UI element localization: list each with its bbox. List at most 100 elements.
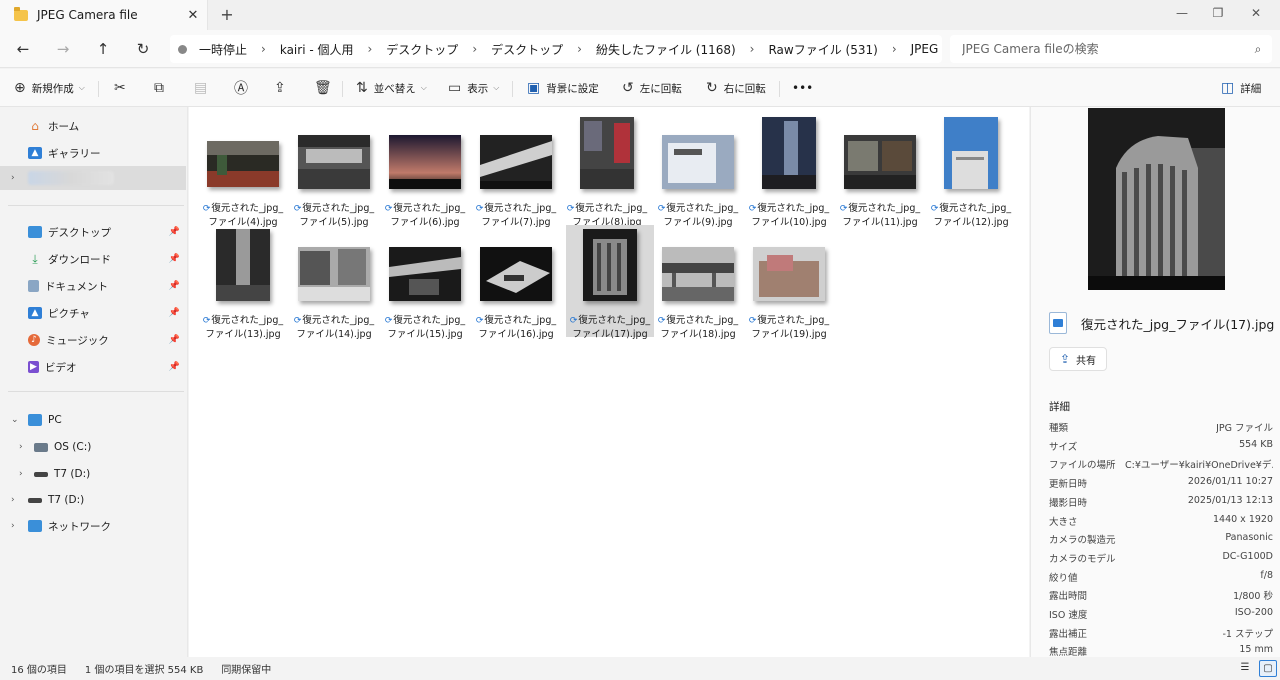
pin-icon[interactable]: 📌 <box>169 254 180 264</box>
sidebar-item-network[interactable]: › ネットワーク <box>0 514 186 538</box>
sidebar-item-pc[interactable]: ⌄ PC <box>0 408 186 432</box>
chevron-right-icon[interactable]: › <box>251 42 276 56</box>
file-item[interactable]: ⟳復元された_jpg_ ファイル(9).jpg <box>654 115 742 228</box>
property-name: サイズ <box>1049 441 1078 453</box>
sidebar-item-downloads[interactable]: ⤓ ダウンロード 📌 <box>0 247 186 271</box>
rotate-left-button[interactable]: ↺ 左に回転 <box>622 77 682 99</box>
sidebar-label: T7 (D:) <box>54 468 91 480</box>
breadcrumb[interactable]: 一時停止 › kairi - 個人用 › デスクトップ › デスクトップ › 紛… <box>170 35 942 63</box>
rotate-right-button[interactable]: ↻ 右に回転 <box>706 77 766 99</box>
tile-view-button[interactable]: ▢ <box>1259 660 1277 677</box>
breadcrumb-item[interactable]: Rawファイル (531) <box>764 41 881 58</box>
breadcrumb-item[interactable]: 紛失したファイル (1168) <box>592 41 740 58</box>
file-item[interactable]: ⟳復元された_jpg_ ファイル(6).jpg <box>381 115 469 228</box>
set-background-button[interactable]: ▣ 背景に設定 <box>527 77 599 99</box>
chevron-right-icon[interactable]: › <box>19 469 23 479</box>
file-item[interactable]: ⟳復元された_jpg_ ファイル(19).jpg <box>745 227 833 340</box>
pin-icon[interactable]: 📌 <box>169 281 180 291</box>
chevron-right-icon[interactable]: › <box>740 42 765 56</box>
sidebar-item-t7-d-root[interactable]: › T7 (D:) <box>0 488 186 512</box>
copy-button[interactable]: ⧉ <box>154 77 170 99</box>
restore-button[interactable]: ❐ <box>1200 0 1236 28</box>
cut-button[interactable]: ✂ <box>114 77 132 99</box>
sidebar-item-gallery[interactable]: ▲ ギャラリー <box>0 141 186 165</box>
rename-button[interactable]: Ⓐ <box>234 77 254 99</box>
sidebar-item-pictures[interactable]: ▲ ピクチャ 📌 <box>0 301 186 325</box>
paste-button[interactable]: ▤ <box>194 77 213 99</box>
pin-icon[interactable]: 📌 <box>169 362 180 372</box>
chevron-right-icon[interactable]: › <box>11 521 15 531</box>
sidebar-item-t7-d[interactable]: › T7 (D:) <box>0 462 186 486</box>
sidebar-item-documents[interactable]: ドキュメント 📌 <box>0 274 186 298</box>
tab-jpeg-camera-file[interactable]: JPEG Camera file ✕ <box>0 0 208 30</box>
details-property-row: カメラのモデル DC-G100D <box>1049 551 1273 569</box>
pin-icon[interactable]: 📌 <box>169 335 180 345</box>
chevron-down-icon[interactable]: ⌄ <box>11 415 19 425</box>
sidebar-item-desktop[interactable]: デスクトップ 📌 <box>0 220 186 244</box>
sidebar-item-home[interactable]: ⌂ ホーム <box>0 114 186 138</box>
pin-icon[interactable]: 📌 <box>169 308 180 318</box>
trash-icon: 🗑 <box>314 80 332 96</box>
close-tab-button[interactable]: ✕ <box>179 8 207 23</box>
chevron-right-icon[interactable]: › <box>462 42 487 56</box>
chevron-right-icon[interactable]: › <box>357 42 382 56</box>
search-box[interactable]: ⌕ <box>950 35 1272 63</box>
list-view-button[interactable]: ☰ <box>1236 660 1254 677</box>
more-options-button[interactable]: ••• <box>792 77 813 99</box>
new-button[interactable]: ⊕ 新規作成 ⌵ <box>14 77 85 99</box>
forward-button[interactable]: → <box>52 38 74 60</box>
share-file-button[interactable]: ⇪ 共有 <box>1049 347 1107 371</box>
up-button[interactable]: ↑ <box>92 38 114 60</box>
file-item[interactable]: ⟳復元された_jpg_ ファイル(14).jpg <box>290 227 378 340</box>
view-button[interactable]: ▭ 表示 ⌵ <box>448 77 499 99</box>
chevron-right-icon[interactable]: › <box>567 42 592 56</box>
search-input[interactable] <box>962 42 1244 56</box>
chevron-right-icon[interactable]: › <box>19 442 23 452</box>
chevron-right-icon[interactable]: › <box>11 495 15 505</box>
file-item[interactable]: ⟳復元された_jpg_ ファイル(16).jpg <box>472 227 560 340</box>
chevron-right-icon[interactable]: › <box>11 173 15 183</box>
image-thumbnail <box>298 135 370 189</box>
file-item[interactable]: ⟳復元された_jpg_ ファイル(5).jpg <box>290 115 378 228</box>
sort-button[interactable]: ⇅ 並べ替え ⌵ <box>356 77 427 99</box>
file-item[interactable]: ⟳復元された_jpg_ ファイル(13).jpg <box>199 227 287 340</box>
breadcrumb-item[interactable]: デスクトップ <box>487 41 567 58</box>
sidebar-item-os-c[interactable]: › OS (C:) <box>0 435 186 459</box>
sidebar-item-onedrive-blurred[interactable]: › <box>0 166 186 190</box>
close-window-button[interactable]: ✕ <box>1238 0 1274 28</box>
refresh-button[interactable]: ↻ <box>132 38 154 60</box>
sidebar-item-music[interactable]: ♪ ミュージック 📌 <box>0 328 186 352</box>
breadcrumb-item[interactable]: デスクトップ <box>382 41 462 58</box>
divider <box>98 81 99 97</box>
file-item[interactable]: ⟳復元された_jpg_ ファイル(15).jpg <box>381 227 469 340</box>
search-icon[interactable]: ⌕ <box>1244 42 1272 57</box>
chevron-right-icon[interactable]: › <box>882 42 907 56</box>
minimize-button[interactable]: — <box>1164 0 1200 28</box>
delete-button[interactable]: 🗑 <box>314 77 338 99</box>
share-button[interactable]: ⇪ <box>274 77 292 99</box>
copy-icon: ⧉ <box>154 80 164 96</box>
network-icon <box>28 520 42 532</box>
image-thumbnail <box>762 117 816 189</box>
file-item[interactable]: ⟳復元された_jpg_ ファイル(12).jpg <box>927 115 1015 228</box>
breadcrumb-item[interactable]: 一時停止 <box>195 41 251 58</box>
file-item-selected[interactable]: ⟳復元された_jpg_ ファイル(17).jpg <box>566 225 654 340</box>
sidebar-item-videos[interactable]: ▶ ビデオ 📌 <box>0 355 186 379</box>
sync-pending-icon: ⟳ <box>748 204 757 214</box>
file-item[interactable]: ⟳復元された_jpg_ ファイル(18).jpg <box>654 227 742 340</box>
breadcrumb-item[interactable]: kairi - 個人用 <box>276 41 358 58</box>
new-tab-button[interactable]: + <box>216 5 238 25</box>
file-item[interactable]: ⟳復元された_jpg_ ファイル(11).jpg <box>836 115 924 228</box>
pin-icon[interactable]: 📌 <box>169 227 180 237</box>
file-item[interactable]: ⟳復元された_jpg_ ファイル(4).jpg <box>199 115 287 228</box>
file-item[interactable]: ⟳復元された_jpg_ ファイル(8).jpg <box>563 115 651 228</box>
details-pane-button[interactable]: ◫ 詳細 <box>1221 77 1261 99</box>
details-section-title: 詳細 <box>1049 401 1070 413</box>
breadcrumb-item-current[interactable]: JPEG Camera file <box>907 42 942 56</box>
share-icon: ⇪ <box>1059 352 1071 366</box>
property-name: カメラの製造元 <box>1049 535 1116 547</box>
back-button[interactable]: ← <box>12 38 34 60</box>
file-item[interactable]: ⟳復元された_jpg_ ファイル(10).jpg <box>745 115 833 228</box>
sync-pending-icon: ⟳ <box>930 204 939 214</box>
file-item[interactable]: ⟳復元された_jpg_ ファイル(7).jpg <box>472 115 560 228</box>
